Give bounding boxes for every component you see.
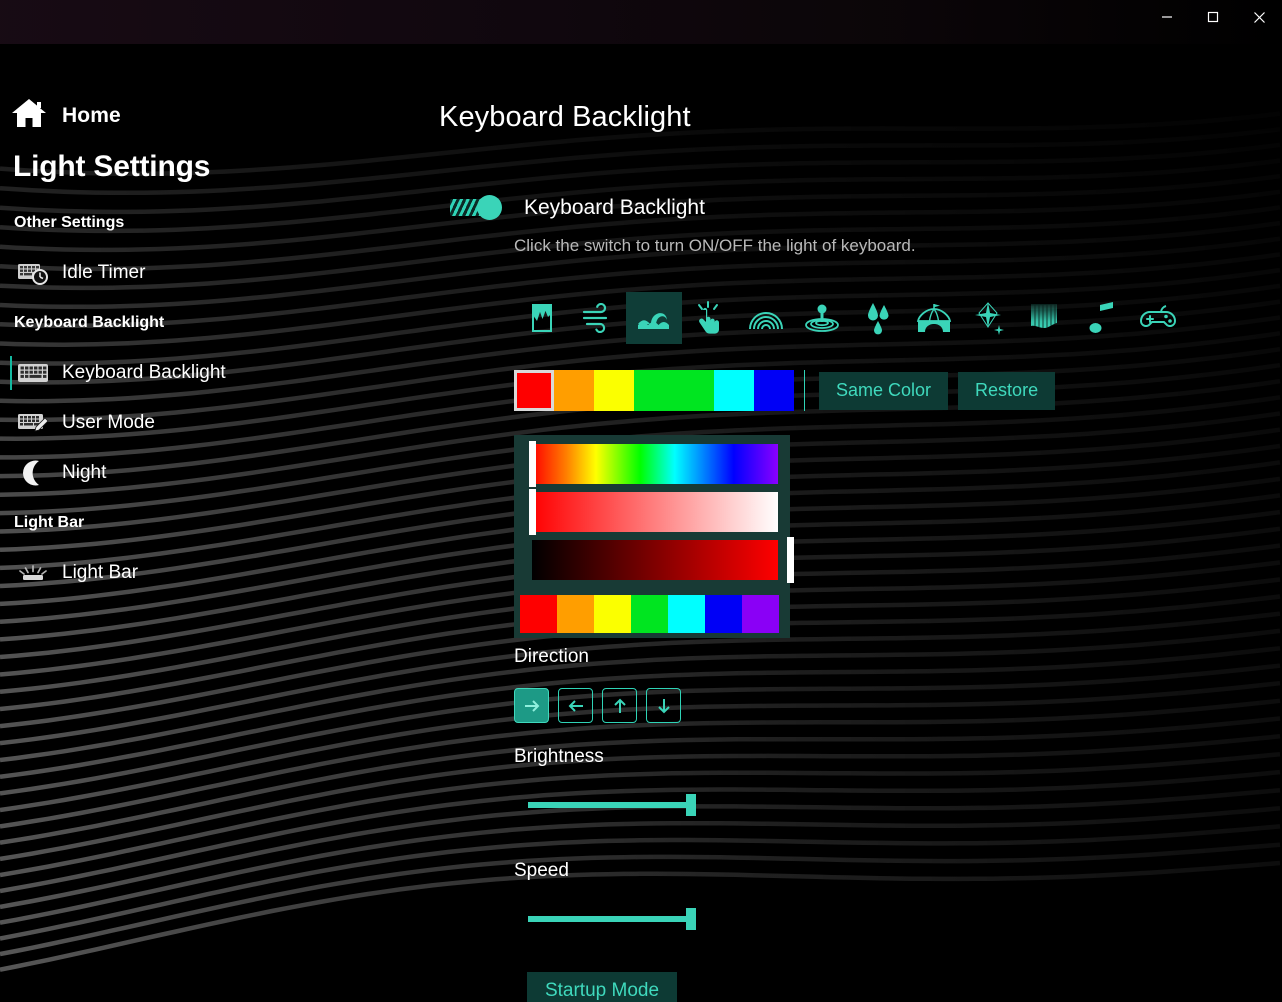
saturation-slider[interactable] [522, 489, 782, 535]
value-gradient [532, 540, 778, 580]
maximize-icon [1207, 11, 1219, 23]
effect-wave-icon[interactable] [626, 292, 682, 344]
color-swatch-3[interactable] [634, 370, 674, 411]
color-swatch-5[interactable] [714, 370, 754, 411]
keyboard-backlight-switch[interactable] [450, 193, 505, 222]
brightness-label: Brightness [514, 746, 604, 767]
sidebar-item-label: User Mode [62, 412, 155, 433]
direction-right-button[interactable] [514, 688, 549, 723]
main-content: Keyboard Backlight Keyboard Backlight Cl… [420, 0, 1282, 1002]
sidebar-item-label: Idle Timer [62, 262, 146, 283]
effect-sparkle-icon[interactable] [962, 292, 1018, 344]
sidebar-group-light-bar: Light Bar [14, 514, 85, 531]
keyboard-icon [16, 360, 50, 386]
sidebar-item-label: Night [62, 462, 107, 483]
saturation-gradient [532, 492, 778, 532]
effect-gamepad-icon[interactable] [1130, 292, 1186, 344]
moon-icon [16, 460, 50, 486]
switch-knob [477, 195, 502, 220]
effect-circus-tent-icon[interactable] [906, 292, 962, 344]
effect-waterfall-icon[interactable] [1018, 292, 1074, 344]
swatch-divider [804, 370, 805, 411]
minimize-button[interactable] [1144, 0, 1190, 34]
picker-preset-2[interactable] [594, 595, 631, 633]
close-button[interactable] [1236, 0, 1282, 34]
sidebar-item-night[interactable]: Night [0, 452, 420, 494]
effect-touch-icon[interactable] [682, 292, 738, 344]
arrow-left-icon [568, 699, 583, 712]
picker-preset-0[interactable] [520, 595, 557, 633]
title-bar [0, 0, 1282, 44]
page-title: Keyboard Backlight [439, 101, 691, 133]
brightness-slider[interactable] [528, 794, 778, 816]
app-window: Home Light Settings Other Settings Idle … [0, 0, 1282, 1002]
direction-down-button[interactable] [646, 688, 681, 723]
color-swatch-1[interactable] [554, 370, 594, 411]
sidebar-item-label: Light Bar [62, 562, 139, 583]
sidebar-item-label: Keyboard Backlight [62, 362, 226, 383]
sidebar-group-keyboard-backlight: Keyboard Backlight [14, 314, 165, 331]
picker-preset-4[interactable] [668, 595, 705, 633]
effect-music-note-icon[interactable] [1074, 292, 1130, 344]
picker-preset-row [520, 595, 779, 633]
maximize-button[interactable] [1190, 0, 1236, 34]
arrow-right-icon [524, 699, 539, 712]
color-swatch-2[interactable] [594, 370, 634, 411]
hue-gradient [532, 444, 778, 484]
direction-label: Direction [514, 646, 589, 667]
color-swatch-6[interactable] [754, 370, 794, 411]
arrow-down-icon [657, 698, 670, 713]
speed-slider-thumb[interactable] [686, 908, 696, 930]
picker-preset-3[interactable] [631, 595, 668, 633]
brightness-value-slider[interactable] [522, 537, 794, 583]
sidebar: Home Light Settings Other Settings Idle … [0, 0, 420, 1002]
idle-timer-icon [16, 260, 50, 286]
light-bar-icon [16, 560, 50, 586]
effect-rainbow-icon[interactable] [738, 292, 794, 344]
effect-ripple-icon[interactable] [794, 292, 850, 344]
direction-left-button[interactable] [558, 688, 593, 723]
effect-raindrops-icon[interactable] [850, 292, 906, 344]
arrow-up-icon [613, 698, 626, 713]
keyboard-edit-icon [16, 410, 50, 436]
effect-wind-icon[interactable] [570, 292, 626, 344]
close-icon [1253, 11, 1265, 23]
saturation-slider-thumb[interactable] [529, 489, 536, 535]
minimize-icon [1162, 16, 1172, 18]
hue-slider[interactable] [522, 441, 782, 487]
home-icon [10, 96, 48, 135]
picker-preset-5[interactable] [705, 595, 742, 633]
color-picker-panel [514, 435, 794, 638]
speed-slider[interactable] [528, 908, 778, 930]
sidebar-app-title: Light Settings [13, 150, 211, 183]
brightness-slider-fill [528, 802, 688, 808]
direction-button-group [514, 688, 681, 723]
keyboard-backlight-toggle-label: Keyboard Backlight [524, 195, 705, 219]
sidebar-item-user-mode[interactable]: User Mode [0, 402, 420, 444]
sidebar-item-idle-timer[interactable]: Idle Timer [0, 252, 420, 294]
speed-slider-fill [528, 916, 688, 922]
sidebar-group-other-settings: Other Settings [14, 214, 125, 231]
sidebar-item-light-bar[interactable]: Light Bar [0, 552, 420, 594]
same-color-button[interactable]: Same Color [819, 371, 949, 410]
helper-text: Click the switch to turn ON/OFF the ligh… [514, 236, 916, 255]
home-nav-button[interactable]: Home [10, 96, 121, 135]
effect-paint-drip-icon[interactable] [514, 292, 570, 344]
hue-slider-thumb[interactable] [529, 441, 536, 487]
color-swatch-row: Same Color Restore [514, 370, 1056, 411]
home-label: Home [62, 103, 121, 127]
sidebar-item-keyboard-backlight[interactable]: Keyboard Backlight [0, 352, 420, 394]
direction-up-button[interactable] [602, 688, 637, 723]
startup-mode-button[interactable]: Startup Mode [527, 972, 677, 1002]
restore-button[interactable]: Restore [958, 371, 1056, 410]
brightness-slider-thumb[interactable] [686, 794, 696, 816]
color-swatch-0[interactable] [514, 370, 554, 411]
value-slider-thumb[interactable] [787, 537, 794, 583]
picker-preset-6[interactable] [742, 595, 779, 633]
color-swatch-4[interactable] [674, 370, 714, 411]
picker-preset-1[interactable] [557, 595, 594, 633]
effect-icon-row [514, 292, 1186, 344]
keyboard-backlight-toggle-row: Keyboard Backlight [450, 193, 705, 222]
speed-label: Speed [514, 860, 569, 881]
